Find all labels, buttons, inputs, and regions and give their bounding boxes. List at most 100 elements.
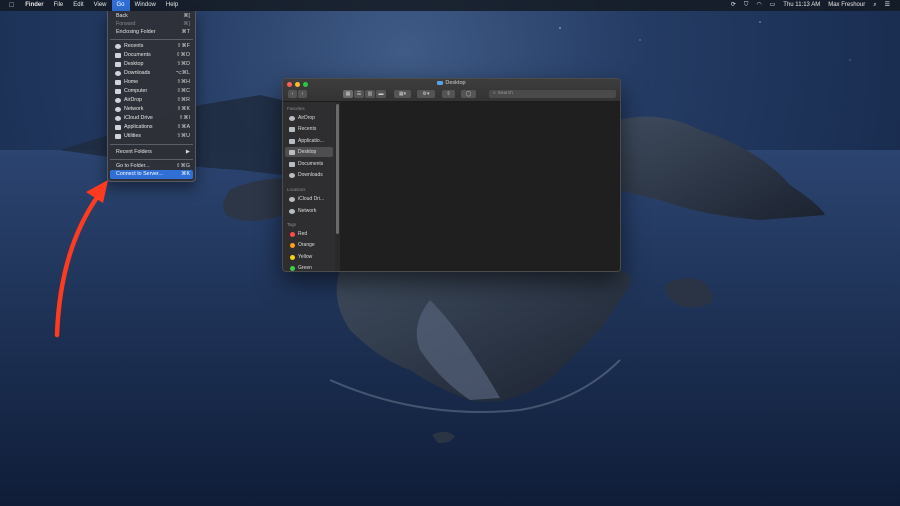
sidebar-item-applications[interactable]: Applicatio... xyxy=(283,136,334,146)
group-by-button[interactable]: ▦▾ xyxy=(394,90,411,98)
menu-item-applications[interactable]: Applications ⇧⌘A xyxy=(108,123,195,132)
file-browser-area[interactable] xyxy=(340,102,620,271)
sidebar-item-label: Recents xyxy=(298,126,317,132)
menu-help[interactable]: Help xyxy=(161,0,183,11)
wifi-icon[interactable]: ◠ xyxy=(752,0,765,11)
menu-item-shortcut: ⇧⌘F xyxy=(177,43,190,49)
gallery-view-icon: ▬ xyxy=(378,91,384,97)
download-icon xyxy=(115,71,121,76)
sidebar-item-airdrop[interactable]: AirDrop xyxy=(283,113,334,123)
menu-item-utilities[interactable]: Utilities ⇧⌘U xyxy=(108,132,195,141)
menu-item-label: Recents xyxy=(124,43,144,49)
menu-separator xyxy=(110,144,193,145)
menu-item-downloads[interactable]: Downloads ⌥⌘L xyxy=(108,69,195,78)
icon-view-button[interactable]: ▦ xyxy=(343,90,353,98)
menu-item-recent-folders[interactable]: Recent Folders ▶ xyxy=(108,148,195,157)
menu-item-airdrop[interactable]: AirDrop ⇧⌘R xyxy=(108,96,195,105)
menu-item-shortcut: ⇧⌘I xyxy=(178,115,190,121)
utilities-icon xyxy=(115,134,121,139)
menu-window[interactable]: Window xyxy=(130,0,161,11)
sidebar-item-label: Applicatio... xyxy=(298,138,324,144)
notification-center-icon[interactable]: ☰ xyxy=(881,0,894,11)
menu-view[interactable]: View xyxy=(89,0,112,11)
menu-item-shortcut: ⌘K xyxy=(181,171,190,177)
menu-item-computer[interactable]: Computer ⇧⌘C xyxy=(108,87,195,96)
menu-item-label: Utilities xyxy=(124,133,142,139)
share-icon: ⇧ xyxy=(446,91,451,97)
computer-icon xyxy=(115,89,121,94)
desktop-icon xyxy=(115,62,121,67)
window-toolbar: Desktop ‹ › ▦ ☰ ▥ ▬ ▦▾ ⚙▾ ⇧ ◯ ⌕ Search xyxy=(283,79,620,102)
menu-item-label: Recent Folders xyxy=(116,149,152,155)
menu-item-connect-to-server[interactable]: Connect to Server... ⌘K xyxy=(110,170,193,179)
home-icon xyxy=(115,80,121,85)
menu-item-label: iCloud Drive xyxy=(124,115,153,121)
apple-menu-icon[interactable]:  xyxy=(0,0,20,11)
sidebar-item-recents[interactable]: Recents xyxy=(283,124,334,134)
back-button[interactable]: ‹ xyxy=(288,90,297,98)
sidebar-item-network[interactable]: Network xyxy=(283,206,334,216)
sidebar-item-label: Orange xyxy=(298,242,315,248)
menu-item-desktop[interactable]: Desktop ⇧⌘D xyxy=(108,60,195,69)
menu-item-label: Downloads xyxy=(124,70,151,76)
gallery-view-button[interactable]: ▬ xyxy=(376,90,386,98)
menu-edit[interactable]: Edit xyxy=(68,0,88,11)
battery-icon[interactable]: ▭ xyxy=(766,0,780,11)
sidebar-item-tag-green[interactable]: Green xyxy=(283,263,334,271)
sidebar-item-icloud-drive[interactable]: iCloud Dri... xyxy=(283,194,334,204)
user-name[interactable]: Max Freshour xyxy=(824,0,869,11)
sidebar-item-label: Documents xyxy=(298,161,324,167)
tag-orange-dot-icon xyxy=(290,243,295,248)
menu-item-shortcut: ⇧⌘R xyxy=(176,97,190,103)
menu-item-recents[interactable]: Recents ⇧⌘F xyxy=(108,42,195,51)
menu-item-label: Enclosing Folder xyxy=(116,29,156,35)
menu-item-enclosing-folder[interactable]: Enclosing Folder ⌘T xyxy=(108,28,195,37)
menu-item-shortcut: ⇧⌘K xyxy=(176,106,190,112)
menu-bar:  Finder File Edit View Go Window Help ⟳… xyxy=(0,0,900,11)
menu-item-shortcut: ⇧⌘C xyxy=(176,88,190,94)
desktop-icon xyxy=(289,150,295,155)
cloud-icon xyxy=(289,197,295,202)
airdrop-icon xyxy=(289,116,295,121)
menu-item-icloud-drive[interactable]: iCloud Drive ⇧⌘I xyxy=(108,114,195,123)
airdrop-icon xyxy=(115,98,121,103)
share-button[interactable]: ⇧ xyxy=(442,90,455,98)
menu-file[interactable]: File xyxy=(49,0,69,11)
menu-item-documents[interactable]: Documents ⇧⌘O xyxy=(108,51,195,60)
forward-button[interactable]: › xyxy=(298,90,307,98)
search-field[interactable]: ⌕ Search xyxy=(489,90,616,98)
sidebar-item-tag-orange[interactable]: Orange xyxy=(283,240,334,250)
sync-icon[interactable]: ⟳ xyxy=(727,0,740,11)
sidebar-item-desktop[interactable]: Desktop xyxy=(285,147,333,157)
menu-item-shortcut: ⌥⌘L xyxy=(175,70,190,76)
sidebar-header-tags: Tags xyxy=(287,222,297,227)
tag-yellow-dot-icon xyxy=(290,255,295,260)
globe-icon xyxy=(115,107,121,112)
list-view-icon: ☰ xyxy=(356,91,362,97)
menu-finder[interactable]: Finder xyxy=(20,0,48,11)
menu-extras: ⟳ ⛉ ◠ ▭ Thu 11:13 AM Max Freshour ⌕ ☰ xyxy=(727,0,894,11)
scrollbar-thumb[interactable] xyxy=(336,104,339,234)
sidebar-item-downloads[interactable]: Downloads xyxy=(283,170,334,180)
column-view-button[interactable]: ▥ xyxy=(365,90,375,98)
action-menu-button[interactable]: ⚙▾ xyxy=(417,90,435,98)
menu-item-network[interactable]: Network ⇧⌘K xyxy=(108,105,195,114)
download-icon xyxy=(289,173,295,178)
submenu-arrow-icon: ▶ xyxy=(185,149,190,155)
sidebar-header-favorites: Favorites xyxy=(287,106,305,111)
spotlight-search-icon[interactable]: ⌕ xyxy=(869,0,880,11)
sidebar-item-tag-yellow[interactable]: Yellow xyxy=(283,252,334,262)
menu-item-shortcut: ⇧⌘D xyxy=(176,61,190,67)
sidebar-item-documents[interactable]: Documents xyxy=(283,159,334,169)
document-icon xyxy=(289,162,295,167)
list-view-button[interactable]: ☰ xyxy=(354,90,364,98)
menu-go[interactable]: Go xyxy=(111,0,130,11)
sidebar-item-tag-red[interactable]: Red xyxy=(283,229,334,239)
column-view-icon: ▥ xyxy=(367,91,373,97)
search-placeholder: Search xyxy=(497,91,513,96)
clock[interactable]: Thu 11:13 AM xyxy=(779,0,824,11)
tags-button[interactable]: ◯ xyxy=(461,90,476,98)
menu-item-home[interactable]: Home ⇧⌘H xyxy=(108,78,195,87)
shield-icon[interactable]: ⛉ xyxy=(740,0,753,11)
menu-item-label: Documents xyxy=(124,52,151,58)
